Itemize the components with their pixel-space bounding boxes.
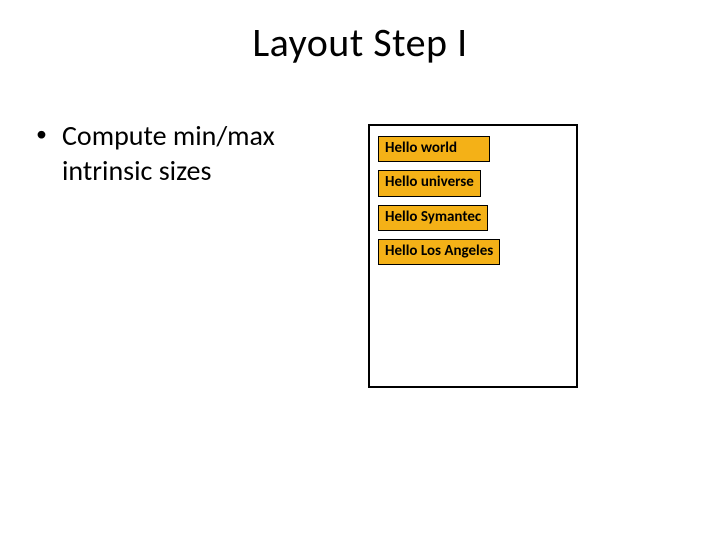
intrinsic-box-3: Hello Symantec: [378, 205, 488, 231]
intrinsic-box-1: Hello world: [378, 136, 490, 162]
layout-diagram-container: Hello world Hello universe Hello Symante…: [368, 124, 578, 388]
bullet-text: Compute min/max intrinsic sizes: [62, 118, 336, 188]
slide: Layout Step I • Compute min/max intrinsi…: [0, 0, 720, 540]
intrinsic-box-2: Hello universe: [378, 170, 481, 196]
bullet-dot-icon: •: [36, 118, 62, 188]
slide-title: Layout Step I: [0, 18, 720, 67]
bullet-list: • Compute min/max intrinsic sizes: [36, 118, 336, 188]
intrinsic-box-4: Hello Los Angeles: [378, 239, 500, 265]
bullet-item: • Compute min/max intrinsic sizes: [36, 118, 336, 188]
